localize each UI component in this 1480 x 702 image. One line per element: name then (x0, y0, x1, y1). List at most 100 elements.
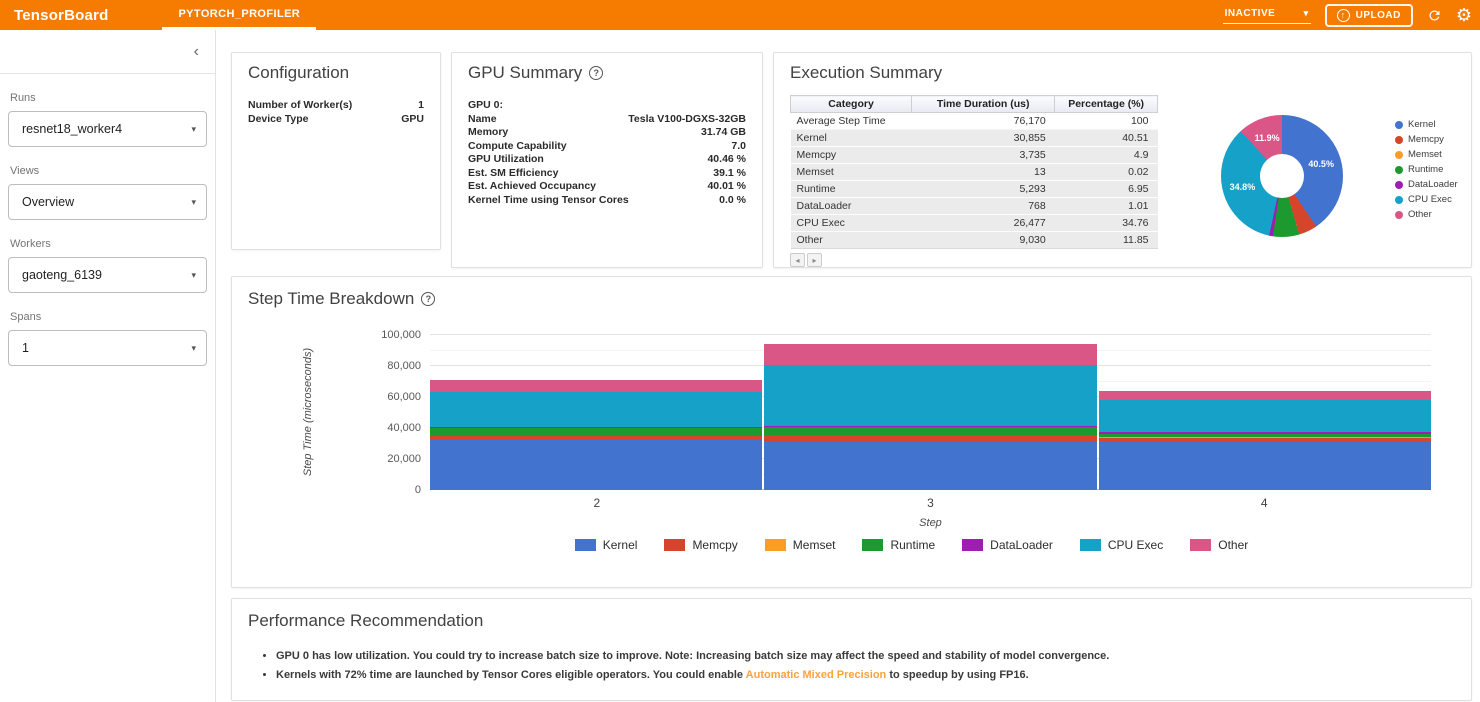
collapse-sidebar-icon[interactable]: ‹ (194, 44, 199, 60)
bar-segment-kernel (1099, 441, 1431, 490)
chevron-down-icon: ▾ (1304, 8, 1309, 19)
cell-percentage: 1.01 (1055, 198, 1158, 215)
donut-slice-label: 40.5% (1308, 159, 1334, 169)
table-row[interactable]: Runtime5,2936.95 (791, 181, 1158, 198)
table-row[interactable]: CPU Exec26,47734.76 (791, 215, 1158, 232)
step-breakdown-title: Step Time Breakdown ? (248, 289, 1455, 309)
cell-time-duration: 30,855 (912, 130, 1055, 147)
run-status-select[interactable]: INACTIVE ▾ (1223, 6, 1311, 24)
legend-item-memcpy[interactable]: Memcpy (1395, 134, 1461, 145)
configuration-rows: Number of Worker(s)1Device TypeGPU (248, 99, 424, 126)
legend-item-other[interactable]: Other (1395, 209, 1461, 220)
legend-label: Memcpy (692, 538, 737, 552)
legend-label: DataLoader (1408, 179, 1458, 190)
next-page-button[interactable]: ▸ (807, 253, 822, 267)
legend-label: Kernel (603, 538, 638, 552)
tensorboard-logo[interactable]: TensorBoard (0, 0, 124, 30)
gpu-value: 39.1 % (713, 167, 746, 181)
legend-label: Memset (793, 538, 836, 552)
topbar-actions: INACTIVE ▾ ↑ UPLOAD ⚙ (1223, 0, 1480, 30)
select-value: 1 (22, 341, 29, 355)
chevron-down-icon: ▾ (191, 124, 196, 135)
field-label: Spans (10, 311, 207, 323)
select-spans[interactable]: 1▾ (8, 330, 207, 366)
execution-breakdown-donut-chart[interactable]: 40.5%34.8%11.9% (1221, 115, 1343, 237)
gpu-row: Est. Achieved Occupancy40.01 % (468, 180, 746, 194)
chevron-down-icon: ▾ (191, 270, 196, 281)
legend-item-dataloader[interactable]: DataLoader (962, 538, 1053, 552)
bar-segment-kernel (430, 440, 762, 490)
legend-label: Runtime (1408, 164, 1443, 175)
legend-item-other[interactable]: Other (1190, 538, 1248, 552)
gpu-label: Est. Achieved Occupancy (468, 180, 596, 194)
stacked-bar-step-4[interactable] (1099, 391, 1431, 490)
help-icon[interactable]: ? (421, 292, 435, 306)
help-icon[interactable]: ? (589, 66, 603, 80)
cell-category: Memcpy (791, 147, 912, 164)
stacked-bar-step-2[interactable] (430, 380, 762, 490)
select-workers[interactable]: gaoteng_6139▾ (8, 257, 207, 293)
legend-item-dataloader[interactable]: DataLoader (1395, 179, 1461, 190)
gpu-summary-card: GPU Summary ? GPU 0: NameTesla V100-DGXS… (451, 52, 763, 268)
upload-button[interactable]: ↑ UPLOAD (1325, 4, 1413, 27)
configuration-title: Configuration (248, 63, 424, 83)
settings-gear-icon[interactable]: ⚙ (1456, 6, 1472, 24)
recommendation-link[interactable]: Automatic Mixed Precision (746, 669, 887, 681)
table-row[interactable]: Memset130.02 (791, 164, 1158, 181)
legend-item-kernel[interactable]: Kernel (1395, 119, 1461, 130)
legend-swatch (1080, 539, 1101, 551)
legend-dot (1395, 211, 1403, 219)
prev-page-button[interactable]: ◂ (790, 253, 805, 267)
bar-segment-other (430, 380, 762, 392)
gpu-summary-rows: NameTesla V100-DGXS-32GBMemory31.74 GBCo… (468, 113, 746, 208)
config-label: Number of Worker(s) (248, 99, 352, 113)
cell-time-duration: 76,170 (912, 113, 1055, 130)
main-content: Configuration Number of Worker(s)1Device… (217, 30, 1480, 702)
table-pagination: ◂▸ (790, 253, 1158, 267)
donut-slice-label: 11.9% (1255, 133, 1280, 143)
table-row[interactable]: DataLoader7681.01 (791, 198, 1158, 215)
table-row[interactable]: Memcpy3,7354.9 (791, 147, 1158, 164)
column-header-percentage[interactable]: Percentage (%) (1055, 96, 1158, 113)
legend-item-memset[interactable]: Memset (765, 538, 836, 552)
x-axis-tick: 4 (1097, 496, 1431, 510)
cell-time-duration: 768 (912, 198, 1055, 215)
legend-item-runtime[interactable]: Runtime (1395, 164, 1461, 175)
gpu-value: 0.0 % (719, 194, 746, 208)
legend-label: Memset (1408, 149, 1442, 160)
gpu-row: Kernel Time using Tensor Cores0.0 % (468, 194, 746, 208)
table-row[interactable]: Average Step Time76,170100 (791, 113, 1158, 130)
cell-category: CPU Exec (791, 215, 912, 232)
legend-label: Memcpy (1408, 134, 1444, 145)
cell-percentage: 11.85 (1055, 232, 1158, 249)
legend-item-cpu-exec[interactable]: CPU Exec (1395, 194, 1461, 205)
legend-item-runtime[interactable]: Runtime (862, 538, 935, 552)
table-row[interactable]: Other9,03011.85 (791, 232, 1158, 249)
x-axis-tick: 2 (430, 496, 764, 510)
execution-summary-title: Execution Summary (790, 63, 1455, 83)
refresh-icon[interactable] (1427, 8, 1442, 23)
tab-pytorch-profiler[interactable]: PYTORCH_PROFILER (162, 0, 316, 30)
gpu-label: GPU Utilization (468, 153, 544, 167)
legend-item-memset[interactable]: Memset (1395, 149, 1461, 160)
stacked-bar-step-3[interactable] (764, 344, 1096, 490)
select-views[interactable]: Overview▾ (8, 184, 207, 220)
config-row: Device TypeGPU (248, 113, 424, 127)
gpu-value: 31.74 GB (701, 126, 746, 140)
gpu-row: GPU Utilization40.46 % (468, 153, 746, 167)
cell-category: DataLoader (791, 198, 912, 215)
table-row[interactable]: Kernel30,85540.51 (791, 130, 1158, 147)
legend-dot (1395, 136, 1403, 144)
column-header-category[interactable]: Category (791, 96, 912, 113)
y-axis-tick: 80,000 (351, 360, 421, 372)
legend-item-kernel[interactable]: Kernel (575, 538, 638, 552)
legend-item-memcpy[interactable]: Memcpy (664, 538, 737, 552)
select-runs[interactable]: resnet18_worker4▾ (8, 111, 207, 147)
column-header-time-duration[interactable]: Time Duration (us) (912, 96, 1055, 113)
x-axis-ticks: 234 (430, 496, 1431, 510)
recommendation-text: to speedup by using FP16. (886, 669, 1028, 681)
bar-segment-runtime (430, 428, 762, 436)
gpu-label: Memory (468, 126, 508, 140)
execution-summary-table-wrap: Category Time Duration (us) Percentage (… (790, 95, 1158, 267)
legend-item-cpu-exec[interactable]: CPU Exec (1080, 538, 1163, 552)
